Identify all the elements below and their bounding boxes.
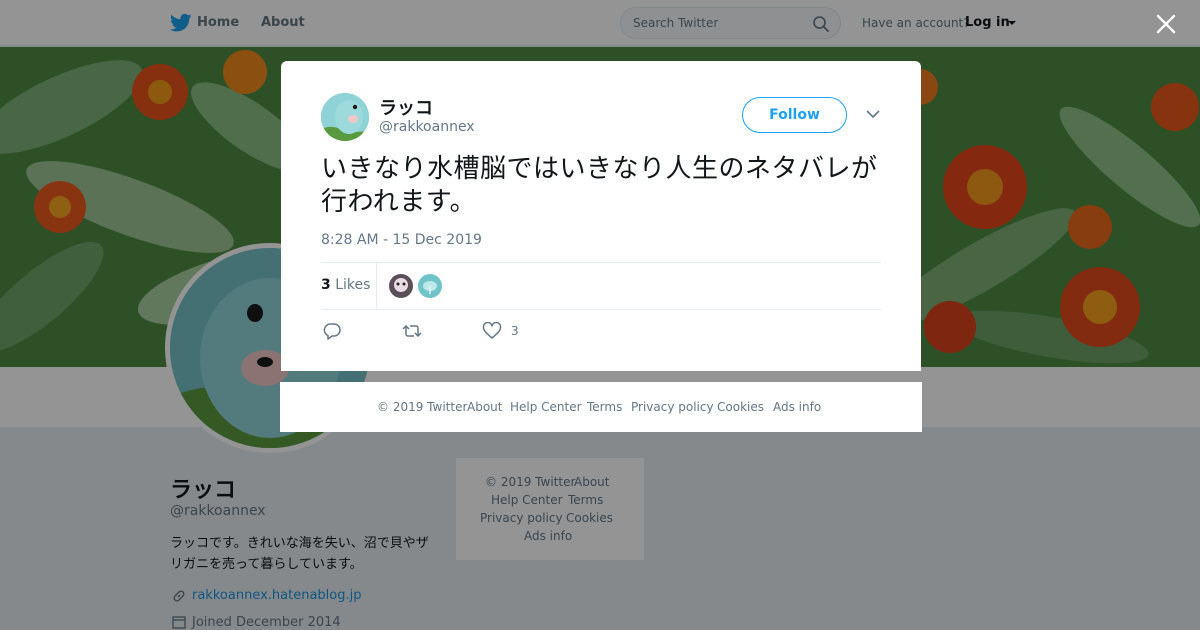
liker-avatar[interactable] [389, 274, 413, 298]
tweet-modal: ラッコ @rakkoannex Follow いきなり水槽脳ではいきなり人生のネ… [281, 61, 921, 371]
footer-help-center-link[interactable]: Help Center [510, 400, 582, 414]
divider [321, 262, 881, 263]
likes-summary[interactable]: 3 Likes [321, 277, 370, 293]
tweet-author-handle[interactable]: @rakkoannex [379, 119, 475, 135]
footer-about-link[interactable]: About [467, 400, 502, 414]
like-action-count: 3 [511, 324, 519, 338]
reply-icon[interactable] [322, 322, 342, 340]
divider [321, 309, 881, 310]
close-icon[interactable] [1154, 12, 1178, 36]
tweet-author-avatar[interactable] [321, 93, 369, 141]
heart-icon[interactable] [482, 322, 502, 340]
footer-terms-link[interactable]: Terms [587, 400, 622, 414]
footer-privacy-link[interactable]: Privacy policy [631, 400, 714, 414]
footer-copyright: © 2019 Twitter [377, 400, 468, 414]
tweet-timestamp[interactable]: 8:28 AM - 15 Dec 2019 [321, 232, 482, 248]
footer-cookies-link[interactable]: Cookies [717, 400, 764, 414]
chevron-down-icon[interactable] [866, 110, 880, 119]
follow-button[interactable]: Follow [742, 97, 847, 133]
divider [376, 263, 377, 309]
tweet-author-name[interactable]: ラッコ [379, 94, 433, 120]
modal-footer: © 2019 Twitter About Help Center Terms P… [280, 382, 922, 432]
tweet-text: いきなり水槽脳ではいきなり人生のネタバレが行われます。 [321, 154, 878, 217]
retweet-icon[interactable] [402, 322, 422, 340]
likes-count: 3 [321, 277, 331, 293]
liker-avatar[interactable] [418, 274, 442, 298]
footer-ads-info-link[interactable]: Ads info [773, 400, 821, 414]
likes-label: Likes [335, 277, 371, 293]
